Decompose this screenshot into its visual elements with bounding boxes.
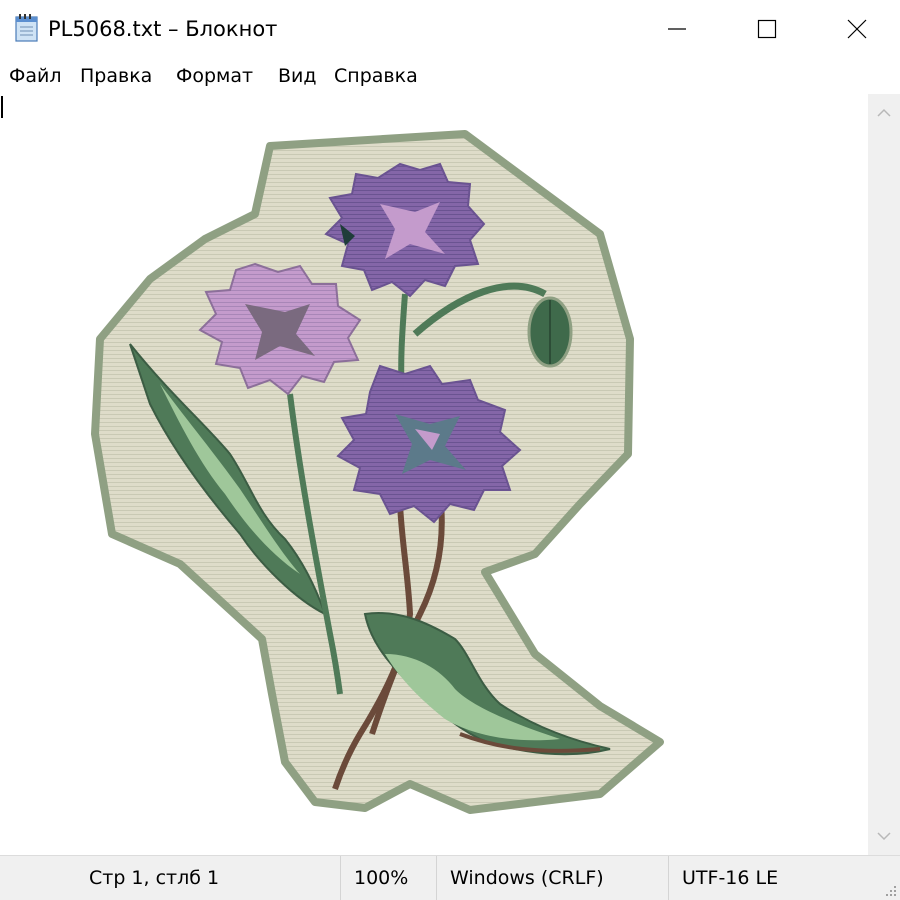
menu-bar: Файл Правка Формат Вид Справка: [0, 58, 900, 94]
close-button[interactable]: [812, 0, 900, 58]
menu-format[interactable]: Формат: [176, 63, 253, 89]
status-zoom: 100%: [354, 867, 409, 889]
menu-file[interactable]: Файл: [9, 63, 62, 89]
maximize-icon: [757, 19, 777, 39]
status-encoding: UTF-16 LE: [682, 867, 779, 889]
status-bar: Стр 1, стлб 1 100% Windows (CRLF) UTF-16…: [0, 855, 900, 900]
chevron-down-icon: [877, 832, 891, 841]
menu-help[interactable]: Справка: [334, 63, 418, 89]
menu-edit[interactable]: Правка: [80, 63, 152, 89]
text-edit-area[interactable]: [0, 94, 868, 855]
status-separator: [436, 856, 437, 900]
menu-view[interactable]: Вид: [278, 63, 317, 89]
scroll-down-button[interactable]: [868, 817, 900, 855]
minimize-button[interactable]: [632, 0, 722, 58]
vertical-scrollbar[interactable]: [868, 94, 900, 855]
close-icon: [847, 19, 867, 39]
chevron-up-icon: [877, 108, 891, 117]
status-line-ending: Windows (CRLF): [450, 867, 604, 889]
notepad-window: PL5068.txt – Блокнот Файл Правка Формат …: [0, 0, 900, 900]
minimize-icon: [668, 28, 686, 30]
title-bar[interactable]: PL5068.txt – Блокнот: [0, 0, 900, 58]
notepad-icon: [15, 14, 38, 42]
maximize-button[interactable]: [722, 0, 812, 58]
resize-grip-icon[interactable]: [884, 884, 898, 898]
scroll-up-button[interactable]: [868, 94, 900, 132]
status-separator: [668, 856, 669, 900]
status-separator: [340, 856, 341, 900]
flower-artwork: [91, 130, 664, 814]
window-title: PL5068.txt – Блокнот: [48, 17, 278, 41]
status-cursor-position: Стр 1, стлб 1: [89, 867, 220, 889]
